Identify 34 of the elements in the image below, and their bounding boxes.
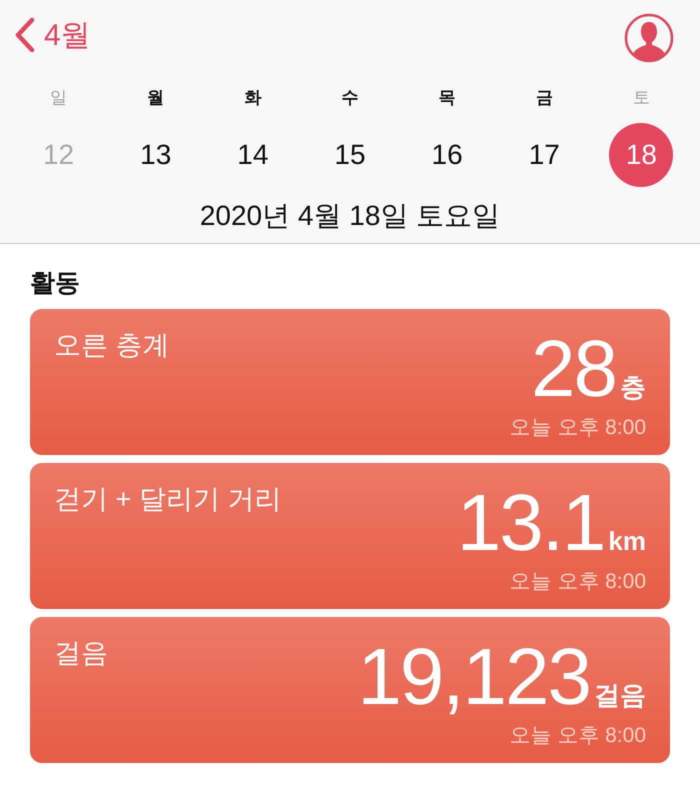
weekday-label: 화 [243,87,262,109]
selected-date: 2020년 4월 18일 토요일 [198,199,502,233]
weekday-label: 목 [438,87,457,109]
activity-card[interactable]: 걷기 + 달리기 거리 13.1 km 오늘 오후 8:00 [30,463,670,609]
timestamp: 오늘 오후 8:00 [509,569,646,595]
profile-icon[interactable] [624,13,674,63]
metric-value: 19,123 [357,637,590,717]
timestamp: 오늘 오후 8:00 [509,723,646,749]
weekday-label: 토 [632,87,651,109]
card-title: 걷기 + 달리기 거리 [54,483,282,516]
day-button[interactable]: 16 [415,123,480,187]
day-button[interactable]: 15 [318,123,382,187]
day-button[interactable]: 17 [512,123,576,187]
metric-unit: 걸음 [594,679,646,712]
card-title: 걸음 [54,637,108,670]
day-button[interactable]: 14 [220,123,285,187]
timestamp: 오늘 오후 8:00 [509,415,646,441]
day-button[interactable]: 13 [124,123,188,187]
metric-value: 28 [531,329,616,409]
metric-unit: 층 [620,371,646,404]
card-title: 오른 층계 [54,329,170,362]
metric-value: 13.1 [456,483,604,563]
metric-unit: km [608,526,646,557]
weekday-label: 수 [340,87,360,109]
activity-card[interactable]: 걸음 19,123 걸음 오늘 오후 8:00 [30,617,670,763]
activity-card[interactable]: 오른 층계 28 층 오늘 오후 8:00 [30,309,670,455]
weekday-label: 월 [146,87,166,109]
day-button[interactable]: 12 [26,123,91,187]
back-chevron-icon [14,17,36,53]
back-button[interactable]: 4월 [14,14,91,56]
day-button[interactable]: 18 [609,123,674,187]
weekday-label: 금 [534,87,554,109]
section-title: 활동 [30,268,81,299]
weekday-label: 일 [49,87,68,109]
